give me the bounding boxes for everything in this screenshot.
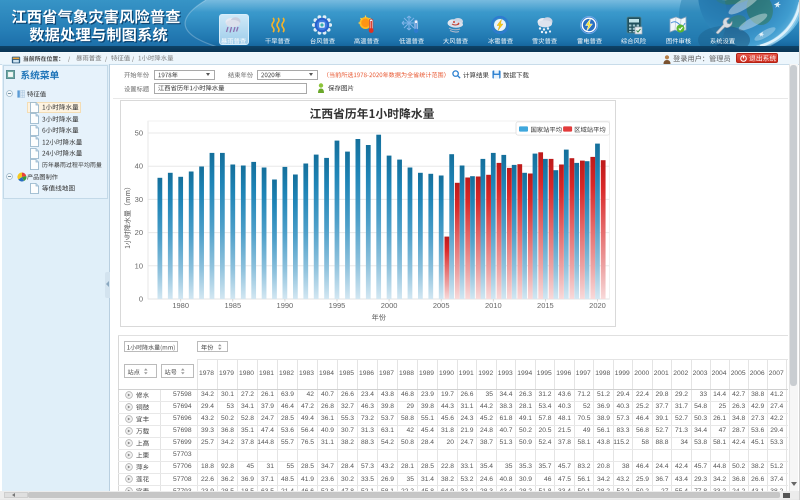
svg-text:30: 30	[135, 195, 143, 204]
svg-text:10: 10	[135, 261, 143, 270]
svg-text:1990: 1990	[277, 301, 294, 310]
svg-text:2005: 2005	[433, 301, 450, 310]
svg-text:1995: 1995	[329, 301, 346, 310]
svg-text:50: 50	[135, 129, 143, 138]
svg-text:1980: 1980	[172, 301, 189, 310]
svg-text:2020: 2020	[589, 301, 606, 310]
svg-text:20: 20	[135, 228, 143, 237]
svg-text:40: 40	[135, 162, 143, 171]
svg-text:2000: 2000	[381, 301, 398, 310]
svg-text:2010: 2010	[485, 301, 502, 310]
svg-text:1985: 1985	[224, 301, 241, 310]
svg-text:0: 0	[139, 295, 143, 304]
svg-text:2015: 2015	[537, 301, 554, 310]
